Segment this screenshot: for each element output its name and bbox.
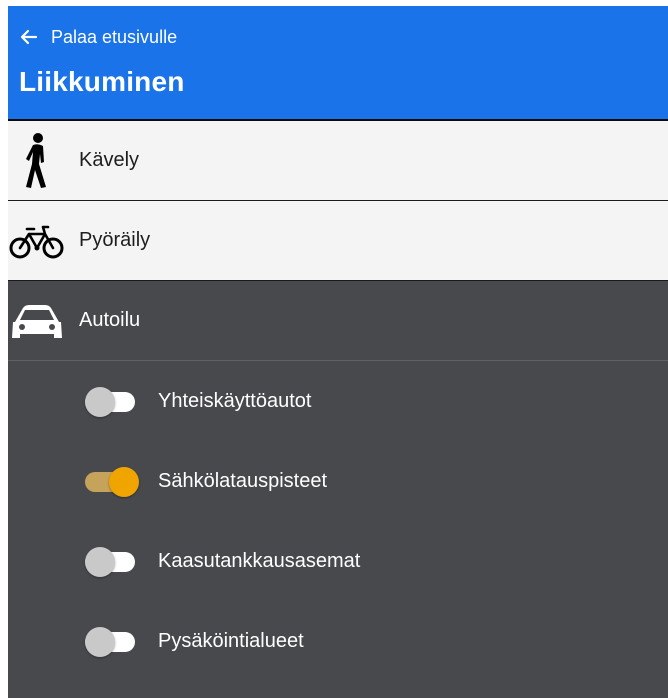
layer-toggle-row[interactable]: Sähkölatauspisteet: [8, 441, 668, 521]
category-label: Autoilu: [79, 309, 141, 331]
category-cycling[interactable]: Pyöräily: [8, 201, 668, 281]
layer-label: Yhteiskäyttöautot: [158, 389, 312, 412]
bicycle-icon: [8, 201, 66, 281]
layer-toggle-row[interactable]: Yhteiskäyttöautot: [8, 361, 668, 441]
back-to-home-link[interactable]: Palaa etusivulle: [19, 22, 668, 52]
category-label: Pyöräily: [79, 229, 151, 251]
layer-toggle-row[interactable]: Pysäköintialueet: [8, 601, 668, 681]
layer-toggle-switch[interactable]: [85, 384, 139, 418]
category-walking[interactable]: Kävely: [8, 121, 668, 201]
walking-person-icon: [8, 121, 66, 201]
layer-label: Kaasutankkausasemat: [158, 549, 361, 572]
category-driving[interactable]: Autoilu: [8, 281, 668, 361]
back-label: Palaa etusivulle: [51, 26, 178, 47]
arrow-left-icon: [19, 27, 39, 47]
layer-toggle-row[interactable]: Kaasutankkausasemat: [8, 521, 668, 601]
category-label: Kävely: [79, 149, 140, 171]
layer-toggle-switch[interactable]: [85, 464, 139, 498]
layer-toggle-switch[interactable]: [85, 544, 139, 578]
transport-panel: Palaa etusivulle Liikkuminen Kävely Pyör…: [8, 6, 668, 698]
page-title: Liikkuminen: [19, 66, 185, 97]
layer-label: Pysäköintialueet: [158, 629, 304, 652]
layer-toggle-switch[interactable]: [85, 624, 139, 658]
layer-label: Sähkölatauspisteet: [158, 469, 328, 492]
car-icon: [8, 281, 66, 361]
panel-header: Palaa etusivulle Liikkuminen: [8, 6, 668, 121]
